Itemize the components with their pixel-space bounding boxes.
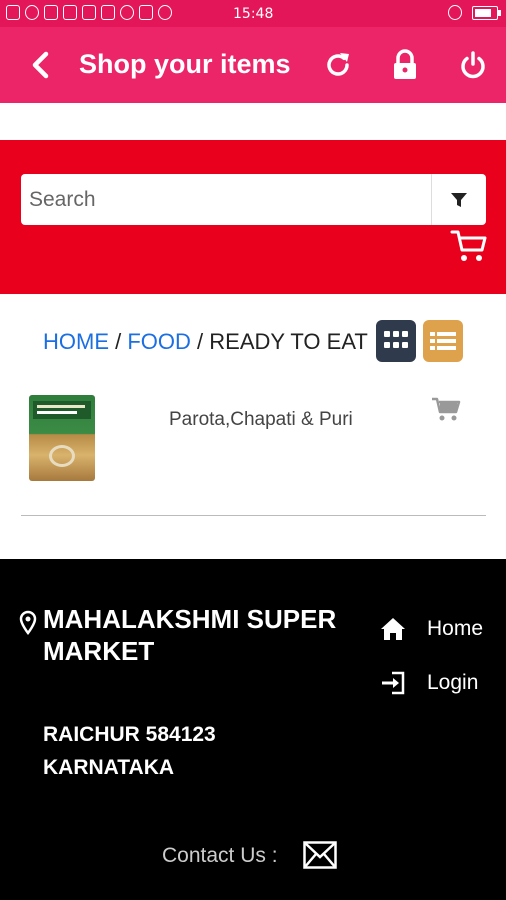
store-address: RAICHUR 584123 KARNATAKA	[43, 718, 216, 784]
notification-icon	[6, 5, 20, 20]
lock-icon	[394, 49, 416, 79]
product-name[interactable]: Parota,Chapati & Puri	[169, 409, 353, 431]
lock-button[interactable]	[387, 47, 423, 83]
filter-icon	[451, 192, 467, 207]
cart-button[interactable]	[450, 228, 488, 264]
notification-icon	[120, 5, 134, 20]
status-bar: 15:48	[0, 0, 506, 27]
status-time: 15:48	[233, 6, 274, 22]
mail-icon	[303, 841, 337, 869]
breadcrumb-separator: /	[197, 329, 210, 354]
page-title: Shop your items	[79, 49, 291, 79]
contact-mail-button[interactable]	[303, 841, 337, 869]
location-icon	[19, 610, 37, 636]
cart-icon	[432, 397, 461, 421]
store-name: MAHALAKSHMI SUPER MARKET	[43, 604, 337, 666]
back-icon	[32, 51, 49, 79]
battery-icon	[472, 5, 501, 20]
notification-icons	[6, 5, 172, 20]
login-icon	[382, 671, 405, 695]
logout-button[interactable]	[455, 47, 491, 83]
breadcrumb-food-link[interactable]: FOOD	[127, 329, 191, 354]
notification-icon	[44, 5, 58, 20]
notification-icon	[63, 5, 77, 20]
search-input[interactable]	[21, 174, 431, 225]
breadcrumb-current: READY TO EAT	[209, 329, 368, 354]
address-line: KARNATAKA	[43, 756, 175, 779]
refresh-icon	[327, 53, 349, 76]
notification-icon	[158, 5, 172, 20]
filter-button[interactable]	[431, 174, 486, 225]
app-bar: Shop your items	[0, 27, 506, 103]
refresh-button[interactable]	[320, 47, 356, 83]
breadcrumb: HOME / FOOD / READY TO EAT	[43, 329, 368, 355]
contact-label: Contact Us :	[162, 844, 278, 867]
footer-home-label: Home	[427, 617, 484, 640]
add-to-cart-button[interactable]	[431, 397, 461, 423]
home-icon	[381, 618, 405, 640]
power-icon	[461, 51, 485, 79]
breadcrumb-separator: /	[115, 329, 128, 354]
back-button[interactable]	[26, 49, 56, 81]
product-row[interactable]: Parota,Chapati & Puri	[21, 385, 486, 516]
footer-login-label: Login	[427, 671, 479, 694]
search-box	[21, 174, 486, 225]
cart-icon	[450, 230, 487, 261]
product-image[interactable]	[29, 395, 95, 481]
list-view-button[interactable]	[423, 320, 463, 362]
breadcrumb-home-link[interactable]: HOME	[43, 329, 109, 354]
address-line: RAICHUR 584123	[43, 723, 216, 746]
search-banner	[0, 140, 506, 294]
notification-icon	[101, 5, 115, 20]
grid-icon	[384, 331, 408, 348]
grid-view-button[interactable]	[376, 320, 416, 362]
wifi-icon	[25, 5, 39, 20]
notification-icon	[82, 5, 96, 20]
usb-icon	[139, 5, 153, 20]
footer: MAHALAKSHMI SUPER MARKET RAICHUR 584123 …	[0, 559, 506, 900]
status-right	[448, 5, 501, 20]
list-icon	[430, 332, 456, 350]
alarm-icon	[448, 5, 462, 20]
